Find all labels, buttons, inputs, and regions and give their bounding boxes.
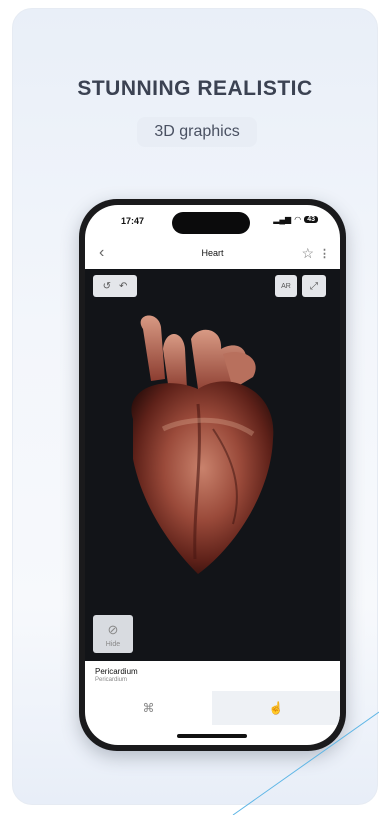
nav-bar: ‹ Heart ☆ ⋮	[85, 241, 340, 267]
hide-button[interactable]: ⊘ Hide	[93, 615, 133, 653]
selection-subtitle: Pericardium	[95, 677, 128, 683]
signal-icon: ▂▄▆	[273, 215, 292, 224]
eye-off-icon: ⊘	[107, 622, 119, 637]
tab-select[interactable]: ☝	[212, 691, 340, 725]
selection-info[interactable]: Pericardium Pericardium	[85, 661, 340, 689]
undo-icon[interactable]: ↺	[103, 281, 111, 292]
hand-pointer-icon: ☝	[268, 701, 284, 715]
redo-icon[interactable]: ↶	[119, 281, 127, 292]
promo-headline: STUNNING REALISTIC	[77, 77, 313, 100]
tab-bar: ⌘ ☝	[85, 691, 340, 725]
promo-card: STUNNING REALISTIC 3D graphics 17:47 ▂▄▆…	[12, 8, 378, 805]
heart-3d-model[interactable]	[103, 309, 303, 589]
phone-mockup: 17:47 ▂▄▆ ◠ 43 ‹ Heart ☆ ⋮ ↺ ↶ AR ⤢ ⊘ Hi…	[79, 199, 346, 751]
undo-redo-group: ↺ ↶	[93, 275, 137, 297]
expand-icon[interactable]: ⤢	[302, 275, 326, 297]
promo-subheadline: 3D graphics	[137, 117, 257, 147]
home-indicator	[177, 734, 247, 738]
status-time: 17:47	[121, 216, 145, 226]
star-outline-icon[interactable]: ☆	[301, 245, 314, 262]
layers-icon: ⌘	[142, 701, 155, 715]
more-vertical-icon[interactable]: ⋮	[319, 247, 330, 260]
wifi-icon: ◠	[294, 215, 302, 224]
hide-label: Hide	[105, 641, 121, 648]
tab-layers[interactable]: ⌘	[85, 691, 212, 725]
phone-screen: 17:47 ▂▄▆ ◠ 43 ‹ Heart ☆ ⋮ ↺ ↶ AR ⤢ ⊘ Hi…	[85, 205, 340, 745]
selection-title: Pericardium	[95, 667, 138, 676]
battery-icon: 43	[304, 216, 318, 223]
ar-button[interactable]: AR	[275, 275, 297, 297]
3d-viewport[interactable]: ↺ ↶ AR ⤢ ⊘ Hide	[85, 269, 340, 661]
dynamic-island	[172, 212, 250, 234]
status-icons: ▂▄▆ ◠ 43	[273, 215, 318, 224]
